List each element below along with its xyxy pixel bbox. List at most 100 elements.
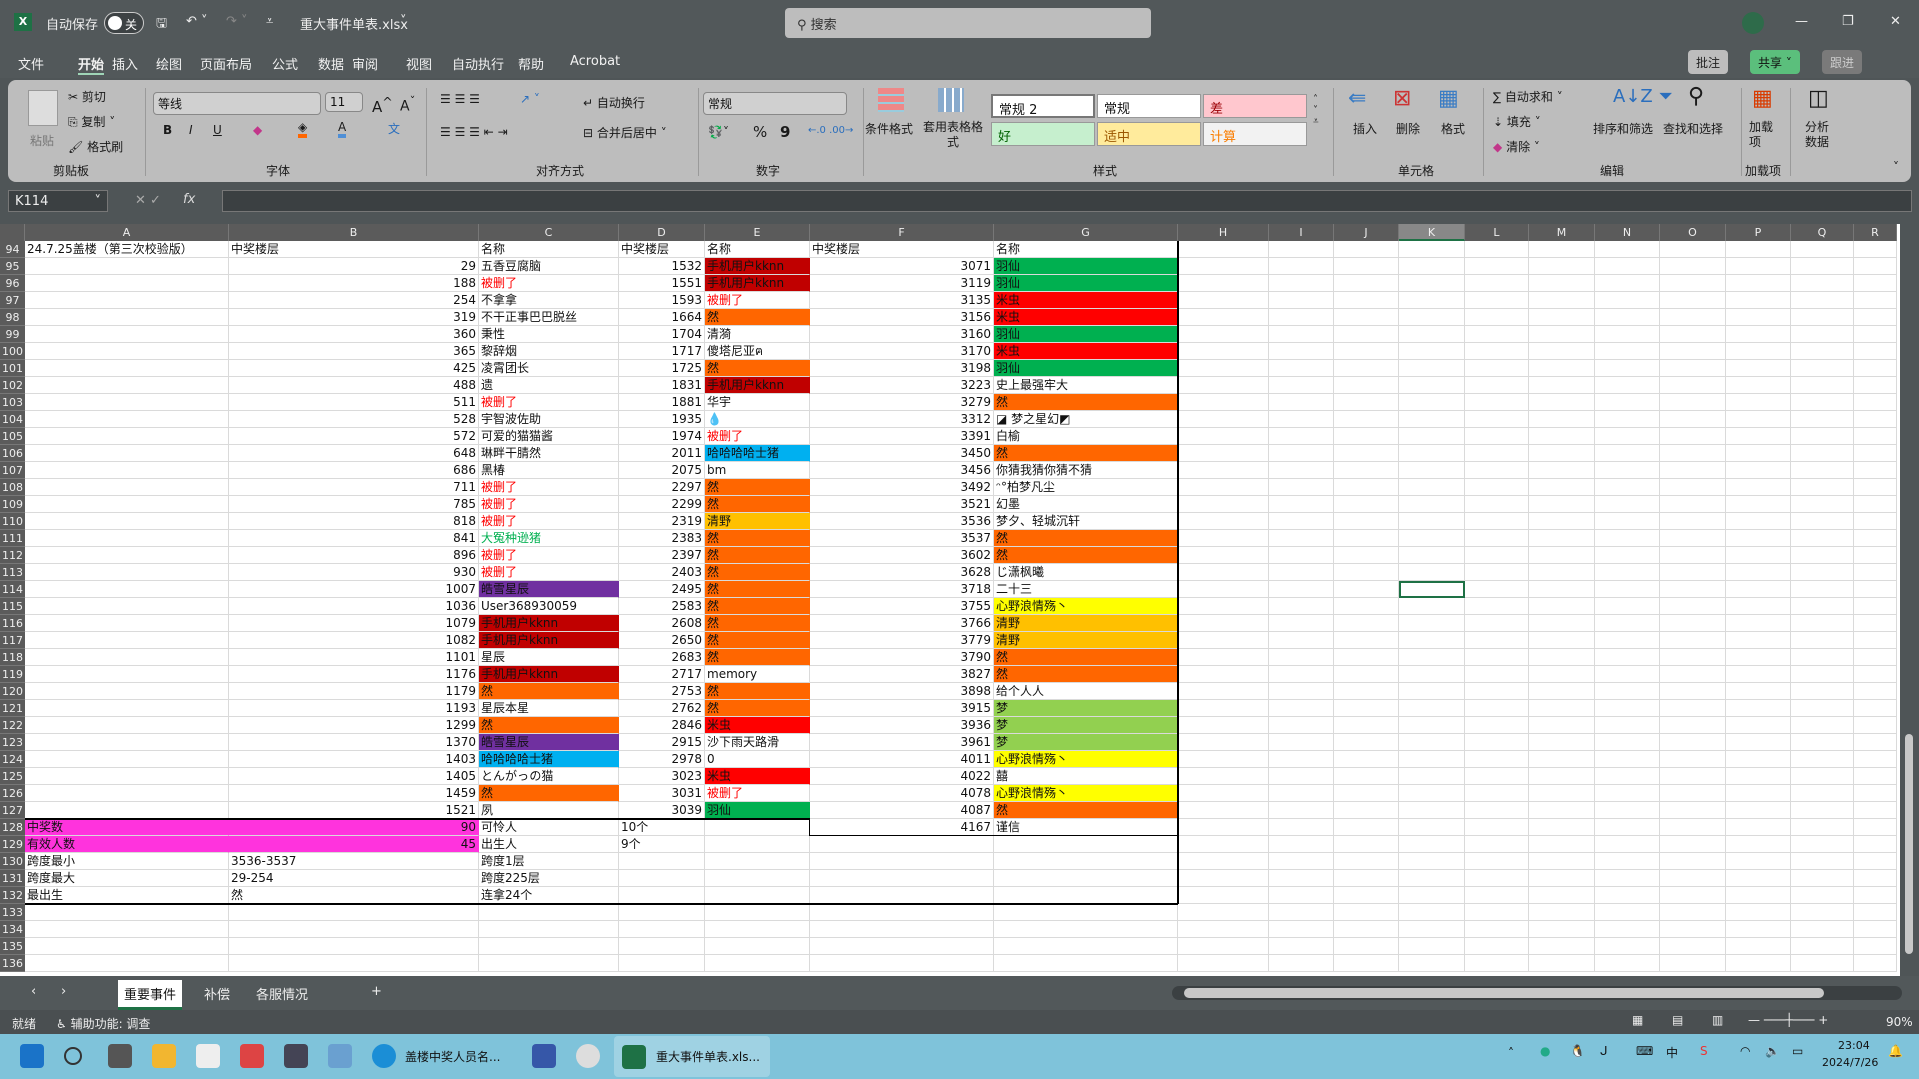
cell-J122[interactable] — [1334, 717, 1399, 734]
cell-E120[interactable]: 然 — [705, 683, 810, 700]
cell-L124[interactable] — [1465, 751, 1529, 768]
cell-P96[interactable] — [1726, 275, 1791, 292]
cell-K127[interactable] — [1399, 802, 1465, 819]
cell-B98[interactable]: 319 — [229, 309, 479, 326]
cell-A133[interactable] — [25, 904, 229, 921]
cell-M121[interactable] — [1529, 700, 1595, 717]
cell-B123[interactable]: 1370 — [229, 734, 479, 751]
cell-L136[interactable] — [1465, 955, 1529, 972]
cell-I99[interactable] — [1269, 326, 1334, 343]
cell-E112[interactable]: 然 — [705, 547, 810, 564]
cell-H125[interactable] — [1178, 768, 1269, 785]
cell-I109[interactable] — [1269, 496, 1334, 513]
cell-C120[interactable]: 然 — [479, 683, 619, 700]
tray-icon[interactable]: ᒍ — [1600, 1044, 1608, 1058]
cell-N110[interactable] — [1595, 513, 1660, 530]
cell-K106[interactable] — [1399, 445, 1465, 462]
table-format-icon[interactable] — [938, 88, 964, 112]
column-header-L[interactable]: L — [1465, 224, 1529, 241]
cell-A136[interactable] — [25, 955, 229, 972]
cell-P100[interactable] — [1726, 343, 1791, 360]
cell-I135[interactable] — [1269, 938, 1334, 955]
cell-G111[interactable]: 然 — [994, 530, 1178, 547]
cell-D129[interactable]: 9个 — [619, 836, 705, 853]
cell-P104[interactable] — [1726, 411, 1791, 428]
copy-button[interactable]: ⎘ 复制 ˅ — [68, 113, 115, 130]
cell-O110[interactable] — [1660, 513, 1726, 530]
cell-K112[interactable] — [1399, 547, 1465, 564]
cell-N117[interactable] — [1595, 632, 1660, 649]
cell-Q135[interactable] — [1791, 938, 1854, 955]
cell-E116[interactable]: 然 — [705, 615, 810, 632]
cell-I115[interactable] — [1269, 598, 1334, 615]
cell-L102[interactable] — [1465, 377, 1529, 394]
cell-I114[interactable] — [1269, 581, 1334, 598]
cell-K132[interactable] — [1399, 887, 1465, 904]
view-page-layout-icon[interactable]: ▤ — [1672, 1013, 1683, 1027]
formula-input[interactable] — [222, 190, 1912, 212]
cell-E119[interactable]: memory — [705, 666, 810, 683]
cell-J108[interactable] — [1334, 479, 1399, 496]
cell-H115[interactable] — [1178, 598, 1269, 615]
cell-C94[interactable]: 名称 — [479, 241, 619, 258]
cell-C135[interactable] — [479, 938, 619, 955]
cell-Q95[interactable] — [1791, 258, 1854, 275]
cell-F130[interactable] — [810, 853, 994, 870]
cell-F112[interactable]: 3602 — [810, 547, 994, 564]
sort-filter-icon[interactable]: A↓Z ⏷ — [1613, 86, 1673, 107]
cell-O124[interactable] — [1660, 751, 1726, 768]
cell-C104[interactable]: 宇智波佐助 — [479, 411, 619, 428]
column-header-I[interactable]: I — [1269, 224, 1334, 241]
row-header[interactable]: 121 — [0, 700, 25, 717]
cell-R111[interactable] — [1854, 530, 1897, 547]
cell-O127[interactable] — [1660, 802, 1726, 819]
tab-important-events[interactable]: 重要事件 — [118, 980, 183, 1010]
cell-D136[interactable] — [619, 955, 705, 972]
cell-M106[interactable] — [1529, 445, 1595, 462]
cell-E100[interactable]: 傻塔尼亚ฅ — [705, 343, 810, 360]
cell-M131[interactable] — [1529, 870, 1595, 887]
font-color-icon[interactable]: A — [338, 120, 347, 138]
cell-P106[interactable] — [1726, 445, 1791, 462]
cell-G128[interactable]: 谨信 — [994, 819, 1178, 836]
cell-F96[interactable]: 3119 — [810, 275, 994, 292]
cell-J131[interactable] — [1334, 870, 1399, 887]
cell-Q94[interactable] — [1791, 241, 1854, 258]
customize-toolbar-icon[interactable]: ⩡ — [266, 14, 273, 29]
cell-F122[interactable]: 3936 — [810, 717, 994, 734]
cell-H116[interactable] — [1178, 615, 1269, 632]
menu-11[interactable]: Acrobat — [570, 54, 620, 69]
cell-M99[interactable] — [1529, 326, 1595, 343]
cell-K120[interactable] — [1399, 683, 1465, 700]
cell-C100[interactable]: 黎辞烟 — [479, 343, 619, 360]
cell-B133[interactable] — [229, 904, 479, 921]
cell-P95[interactable] — [1726, 258, 1791, 275]
cell-L108[interactable] — [1465, 479, 1529, 496]
cell-G115[interactable]: 心野浪情殇丶 — [994, 598, 1178, 615]
cell-J101[interactable] — [1334, 360, 1399, 377]
cell-R113[interactable] — [1854, 564, 1897, 581]
cell-O107[interactable] — [1660, 462, 1726, 479]
cell-M114[interactable] — [1529, 581, 1595, 598]
cell-O109[interactable] — [1660, 496, 1726, 513]
cell-O130[interactable] — [1660, 853, 1726, 870]
cell-G112[interactable]: 然 — [994, 547, 1178, 564]
cell-F111[interactable]: 3537 — [810, 530, 994, 547]
cell-D131[interactable] — [619, 870, 705, 887]
cell-G104[interactable]: ◪ 梦之星幻◩ — [994, 411, 1178, 428]
share-button[interactable]: 共享 ˅ — [1750, 50, 1800, 74]
cell-I107[interactable] — [1269, 462, 1334, 479]
cell-I118[interactable] — [1269, 649, 1334, 666]
cell-Q125[interactable] — [1791, 768, 1854, 785]
cell-M125[interactable] — [1529, 768, 1595, 785]
cell-J112[interactable] — [1334, 547, 1399, 564]
cell-C113[interactable]: 被删了 — [479, 564, 619, 581]
cell-G108[interactable]: ᵔ°柏梦凡尘 — [994, 479, 1178, 496]
cell-F117[interactable]: 3779 — [810, 632, 994, 649]
cell-A120[interactable] — [25, 683, 229, 700]
column-header-J[interactable]: J — [1334, 224, 1399, 241]
cell-N105[interactable] — [1595, 428, 1660, 445]
undo-icon[interactable]: ↶ ˅ — [186, 14, 208, 29]
cell-M113[interactable] — [1529, 564, 1595, 581]
cell-A98[interactable] — [25, 309, 229, 326]
